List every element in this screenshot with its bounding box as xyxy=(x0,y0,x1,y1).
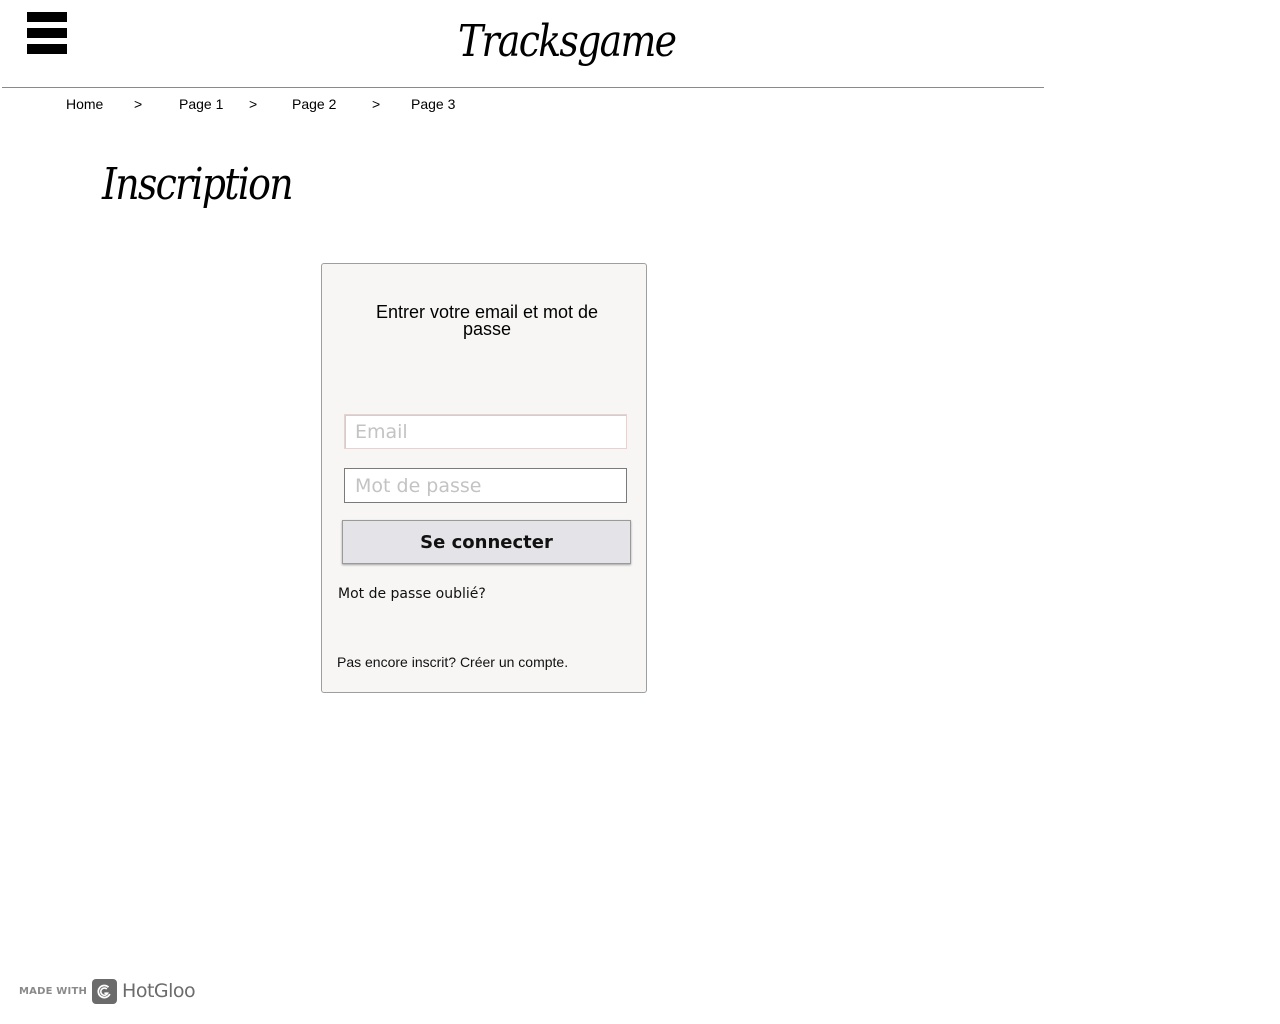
login-panel: Entrer votre email et mot de passe Se co… xyxy=(321,263,647,693)
login-prompt: Entrer votre email et mot de passe xyxy=(375,302,599,339)
menu-bar xyxy=(27,44,67,54)
hamburger-menu-icon[interactable] xyxy=(27,12,67,54)
hotgloo-brand: HotGloo xyxy=(122,980,196,1002)
breadcrumb-home[interactable]: Home xyxy=(66,96,103,112)
page-title: Inscription xyxy=(102,159,294,210)
login-button[interactable]: Se connecter xyxy=(342,520,631,564)
breadcrumb-page-2[interactable]: Page 2 xyxy=(292,96,336,112)
hotgloo-logo-icon xyxy=(92,978,118,1004)
breadcrumb-page-3[interactable]: Page 3 xyxy=(411,96,455,112)
create-account-link[interactable]: Pas encore inscrit? Créer un compte. xyxy=(337,654,568,670)
menu-bar xyxy=(27,12,67,22)
email-field[interactable] xyxy=(344,414,627,449)
breadcrumb-separator: > xyxy=(249,96,258,112)
header-divider xyxy=(2,87,1044,88)
menu-bar xyxy=(27,28,67,38)
forgot-password-link[interactable]: Mot de passe oublié? xyxy=(338,585,486,603)
made-with-hotgloo-badge[interactable]: MADE WITH HotGloo xyxy=(19,978,196,1004)
breadcrumb-page-1[interactable]: Page 1 xyxy=(179,96,223,112)
breadcrumb-separator: > xyxy=(372,96,381,112)
site-title: Tracksgame xyxy=(458,16,677,67)
password-field[interactable] xyxy=(344,468,627,503)
breadcrumb-separator: > xyxy=(134,96,143,112)
made-with-label: MADE WITH xyxy=(19,985,88,997)
